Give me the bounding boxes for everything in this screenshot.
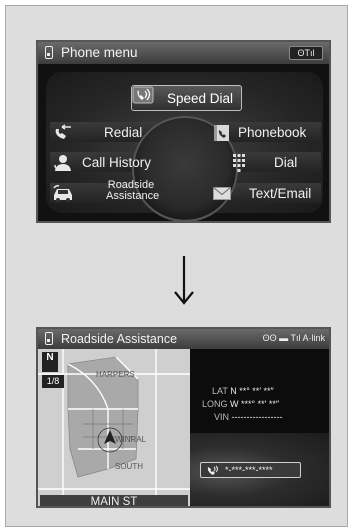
phone-menu-titlebar: Phone menu ʘTıl (38, 42, 329, 64)
street-label: SOUTH (115, 462, 143, 471)
longitude-label: LONG (202, 399, 228, 409)
call-panel: *-***-***-**** (190, 433, 329, 506)
vin-value: ----------------- (231, 412, 283, 422)
latitude-line: LAT N **° **′ **″ (212, 386, 274, 396)
dial-button[interactable]: Dial (233, 153, 323, 173)
phone-menu-screen: Phone menu ʘTıl Speed Dial Redial Phoneb… (36, 40, 331, 223)
redial-icon (53, 124, 73, 144)
speed-dial-button[interactable]: Speed Dial (131, 85, 242, 111)
longitude-value: W ***° **′ **″ (230, 399, 280, 409)
current-street-label: MAIN ST (40, 495, 188, 506)
text-email-button[interactable]: Text/Email (213, 184, 323, 204)
latitude-value: N **° **′ **″ (230, 386, 274, 396)
roadside-call-button[interactable]: *-***-***-**** (200, 462, 301, 478)
roadside-title: Roadside Assistance (61, 332, 178, 346)
keypad-icon (233, 154, 245, 175)
illustration-frame: Phone menu ʘTıl Speed Dial Redial Phoneb… (5, 5, 348, 527)
call-history-button[interactable]: Call History (50, 153, 160, 173)
speed-dial-label: Speed Dial (167, 91, 234, 106)
call-history-icon (53, 153, 73, 175)
north-compass-icon: N (42, 352, 58, 372)
phone-number: *-***-***-**** (225, 465, 273, 475)
dial-label: Dial (274, 155, 298, 170)
phone-icon (45, 332, 53, 345)
location-info-panel: LAT N **° **′ **″ LONG W ***° **′ **″ VI… (190, 349, 329, 433)
text-email-label: Text/Email (249, 186, 312, 201)
roadside-label-line2: Assistance (106, 190, 160, 202)
redial-label: Redial (104, 125, 143, 140)
envelope-icon (213, 187, 231, 203)
map-scale: 1/8 (42, 375, 64, 388)
map-view[interactable]: N 1/8 HARPERS WINRAL SOUTH MAIN ST (38, 349, 190, 506)
vin-label: VIN (214, 412, 230, 422)
redial-button[interactable]: Redial (50, 123, 143, 144)
roadside-titlebar: Roadside Assistance ʘʘ ▬ Tıl A·link (38, 329, 329, 349)
call-history-label: Call History (82, 155, 152, 170)
roadside-assistance-screen: Roadside Assistance ʘʘ ▬ Tıl A·link N 1/… (36, 327, 331, 508)
phonebook-button[interactable]: Phonebook (208, 123, 323, 143)
phone-icon (45, 46, 53, 59)
phone-menu-title: Phone menu (61, 45, 138, 60)
latitude-label: LAT (212, 386, 228, 396)
vin-line: VIN ----------------- (214, 412, 282, 422)
roadside-car-icon (52, 185, 74, 205)
street-label: HARPERS (96, 370, 135, 379)
phonebook-label: Phonebook (238, 125, 307, 140)
longitude-line: LONG W ***° **′ **″ (202, 399, 279, 409)
street-label: WINRAL (115, 435, 147, 444)
down-arrow-icon (173, 255, 195, 305)
speed-dial-icon (132, 86, 154, 107)
bluetooth-signal-icon: ʘTıl (289, 46, 323, 60)
phonebook-icon (210, 124, 232, 145)
status-indicators: ʘʘ ▬ Tıl A·link (262, 333, 325, 343)
roadside-assistance-button[interactable]: Roadside Assistance (50, 178, 160, 208)
phone-call-icon (206, 465, 220, 480)
